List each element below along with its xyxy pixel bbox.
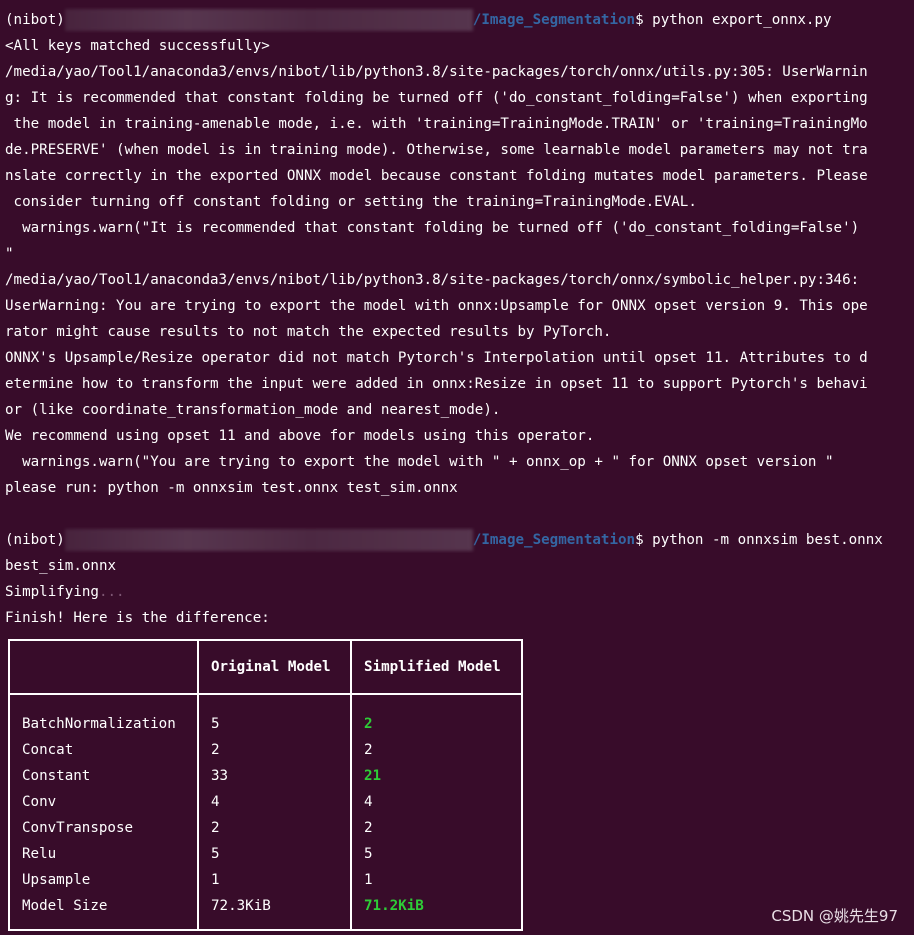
output-line: g: It is recommended that constant foldi… [5, 90, 868, 106]
difference-table: Original Model Simplified Model BatchNor… [8, 639, 523, 931]
output-line: /media/yao/Tool1/anaconda3/envs/nibot/li… [5, 64, 868, 80]
table-row: Relu 5 5 [9, 841, 522, 867]
simplified-value-cell: 1 [364, 872, 373, 888]
terminal-output: (nibot)/Image_Segmentation$ python expor… [0, 7, 914, 631]
table-row: Model Size 72.3KiB 71.2KiB [9, 893, 522, 919]
op-name-cell: BatchNormalization [9, 711, 199, 737]
op-name-cell: Upsample [9, 867, 199, 893]
header-simplified-model: Simplified Model [351, 640, 522, 695]
prompt-path: /Image_Segmentation [472, 532, 636, 548]
original-value-cell: 72.3KiB [198, 893, 352, 919]
table-row: Constant 33 21 [9, 763, 522, 789]
op-name-cell: ConvTranspose [9, 815, 199, 841]
output-line: warnings.warn("You are trying to export … [5, 454, 834, 470]
simplifying-status: Simplifying... [0, 579, 914, 605]
output-line: the model in training-amenable mode, i.e… [5, 116, 868, 132]
command-continuation: best_sim.onnx [5, 558, 117, 574]
table-row: Conv 4 4 [9, 789, 522, 815]
csdn-watermark: CSDN @姚先生97 [771, 907, 898, 925]
simplified-value-cell: 2 [364, 716, 373, 732]
header-empty-cell [9, 640, 199, 695]
table-row: BatchNormalization 5 2 [9, 711, 522, 737]
simplified-value-cell: 4 [364, 794, 373, 810]
table-bottom-padding [9, 919, 522, 930]
output-line: " [5, 246, 14, 262]
output-line: etermine how to transform the input were… [5, 376, 868, 392]
prompt-path: /Image_Segmentation [472, 12, 636, 28]
original-value-cell: 1 [198, 867, 352, 893]
op-name-cell: Constant [9, 763, 199, 789]
table-header-row: Original Model Simplified Model [9, 640, 522, 695]
prompt-dollar: $ [635, 532, 644, 548]
table-row: ConvTranspose 2 2 [9, 815, 522, 841]
prompt-dollar: $ [635, 12, 644, 28]
output-line: rator might cause results to not match t… [5, 324, 612, 340]
simplifying-text: Simplifying [5, 584, 99, 600]
redacted-path [64, 9, 473, 31]
output-block: <All keys matched successfully> /media/ya… [0, 33, 914, 501]
simplifying-dots: ... [98, 584, 125, 600]
simplified-value-cell: 2 [364, 820, 373, 836]
original-value-cell: 2 [198, 737, 352, 763]
output-line: We recommend using opset 11 and above fo… [5, 428, 595, 444]
header-original-model: Original Model [198, 640, 352, 695]
table-row: Upsample 1 1 [9, 867, 522, 893]
prompt-user: (nibot) [5, 12, 65, 28]
output-line: UserWarning: You are trying to export th… [5, 298, 868, 314]
output-line: or (like coordinate_transformation_mode … [5, 402, 501, 418]
simplified-value-cell: 2 [364, 742, 373, 758]
output-line: nslate correctly in the exported ONNX mo… [5, 168, 868, 184]
redacted-path [64, 529, 473, 551]
simplified-value-cell: 21 [364, 768, 382, 784]
op-name-cell: Relu [9, 841, 199, 867]
prompt-line-1: (nibot) /Image_Segmentation$ python expor… [0, 7, 914, 33]
original-value-cell: 2 [198, 815, 352, 841]
output-line: warnings.warn("It is recommended that co… [5, 220, 860, 236]
prompt-line-2: (nibot) /Image_Segmentation$ python -m on… [0, 527, 914, 553]
op-name-cell: Conv [9, 789, 199, 815]
output-line: /media/yao/Tool1/anaconda3/envs/nibot/li… [5, 272, 860, 288]
output-line: ONNX's Upsample/Resize operator did not … [5, 350, 868, 366]
command-text: python export_onnx.py [643, 12, 832, 28]
prompt-user: (nibot) [5, 532, 65, 548]
table-spacer [9, 694, 522, 711]
simplified-value-cell: 71.2KiB [364, 898, 424, 914]
output-line: please run: python -m onnxsim test.onnx … [5, 480, 458, 496]
op-name-cell: Model Size [9, 893, 199, 919]
output-line: <All keys matched successfully> [5, 38, 270, 54]
output-line: de.PRESERVE' (when model is in training … [5, 142, 868, 158]
command-text: python -m onnxsim best.onnx [643, 532, 883, 548]
op-name-cell: Concat [9, 737, 199, 763]
output-line: consider turning off constant folding or… [5, 194, 697, 210]
original-value-cell: 4 [198, 789, 352, 815]
original-value-cell: 5 [198, 841, 352, 867]
original-value-cell: 5 [198, 711, 352, 737]
simplified-value-cell: 5 [364, 846, 373, 862]
table-row: Concat 2 2 [9, 737, 522, 763]
finish-message: Finish! Here is the difference: [5, 610, 270, 626]
original-value-cell: 33 [198, 763, 352, 789]
